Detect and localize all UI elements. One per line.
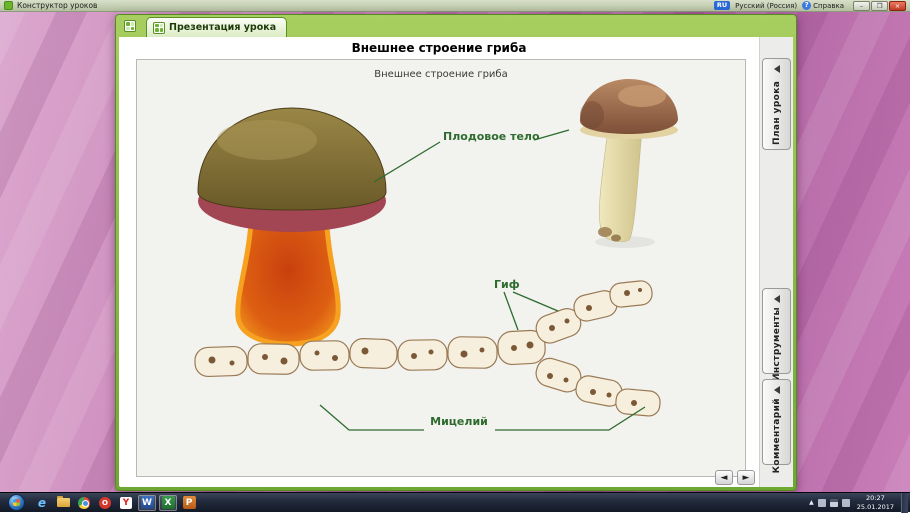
next-slide-button[interactable]: ► bbox=[737, 470, 755, 485]
clock[interactable]: 20:27 25.01.2017 bbox=[854, 494, 897, 511]
previous-slide-button[interactable]: ◄ bbox=[715, 470, 733, 485]
collapse-arrow-icon bbox=[774, 386, 780, 394]
label-hypha: Гиф bbox=[494, 278, 520, 291]
collapse-arrow-icon bbox=[774, 65, 780, 73]
slide-area: Внешнее строение гриба Внешнее строение … bbox=[119, 37, 759, 487]
mushroom-photo bbox=[580, 79, 678, 248]
side-tab-rail: План урока Инструменты Комментарий bbox=[759, 37, 793, 487]
language-badge[interactable]: RU bbox=[714, 1, 730, 10]
taskbar: e O Y W X P ▲ 20:27 25.01.2017 bbox=[0, 492, 910, 512]
language-label[interactable]: Русский (Россия) bbox=[735, 2, 797, 10]
presentation-icon bbox=[153, 22, 165, 34]
window-title: Конструктор уроков bbox=[17, 1, 97, 10]
powerpoint-icon[interactable]: P bbox=[180, 495, 198, 511]
side-tab-comment[interactable]: Комментарий bbox=[762, 379, 791, 465]
tab-strip-icon bbox=[124, 20, 136, 32]
slide-heading: Внешнее строение гриба bbox=[119, 41, 759, 55]
label-mycelium: Мицелий bbox=[426, 415, 492, 428]
volume-icon[interactable] bbox=[842, 499, 850, 507]
show-hidden-icons[interactable]: ▲ bbox=[809, 499, 814, 506]
tab-lesson-presentation[interactable]: Презентация урока bbox=[146, 17, 287, 37]
collapse-arrow-icon bbox=[774, 295, 780, 303]
internet-explorer-icon[interactable]: e bbox=[33, 495, 51, 511]
excel-icon[interactable]: X bbox=[159, 495, 177, 511]
app-icon bbox=[4, 1, 13, 10]
mushroom-illustration bbox=[198, 108, 386, 344]
desktop: Конструктор уроков RU Русский (Россия) ?… bbox=[0, 0, 910, 512]
file-explorer-icon[interactable] bbox=[54, 495, 72, 511]
label-fruiting-body: Плодовое тело bbox=[443, 130, 540, 143]
tab-label: Презентация урока bbox=[169, 22, 276, 33]
side-tab-lesson-plan[interactable]: План урока bbox=[762, 58, 791, 150]
window-titlebar: Конструктор уроков RU Русский (Россия) ?… bbox=[0, 0, 910, 12]
show-desktop-button[interactable] bbox=[901, 493, 908, 513]
yandex-browser-icon[interactable]: Y bbox=[117, 495, 135, 511]
opera-icon[interactable]: O bbox=[96, 495, 114, 511]
network-icon[interactable] bbox=[830, 499, 838, 507]
side-tab-tools[interactable]: Инструменты bbox=[762, 288, 791, 374]
chrome-icon[interactable] bbox=[75, 495, 93, 511]
tray-time: 20:27 bbox=[857, 494, 894, 502]
help-label: Справка bbox=[813, 2, 844, 10]
lesson-constructor-window: Презентация урока Внешнее строение гриба… bbox=[115, 14, 797, 491]
help-icon: ? bbox=[802, 1, 811, 10]
slide-navigation: ◄ ► bbox=[715, 470, 755, 485]
slide-canvas: Внешнее строение гриба bbox=[136, 59, 746, 477]
help-button[interactable]: ? Справка bbox=[802, 1, 844, 10]
maximize-button[interactable]: ❐ bbox=[871, 1, 888, 11]
system-tray: ▲ 20:27 25.01.2017 bbox=[809, 493, 908, 513]
close-button[interactable]: × bbox=[889, 1, 906, 11]
start-button[interactable] bbox=[8, 494, 25, 511]
tray-icon[interactable] bbox=[818, 499, 826, 507]
word-icon[interactable]: W bbox=[138, 495, 156, 511]
minimize-button[interactable]: – bbox=[853, 1, 870, 11]
tray-date: 25.01.2017 bbox=[857, 503, 894, 511]
